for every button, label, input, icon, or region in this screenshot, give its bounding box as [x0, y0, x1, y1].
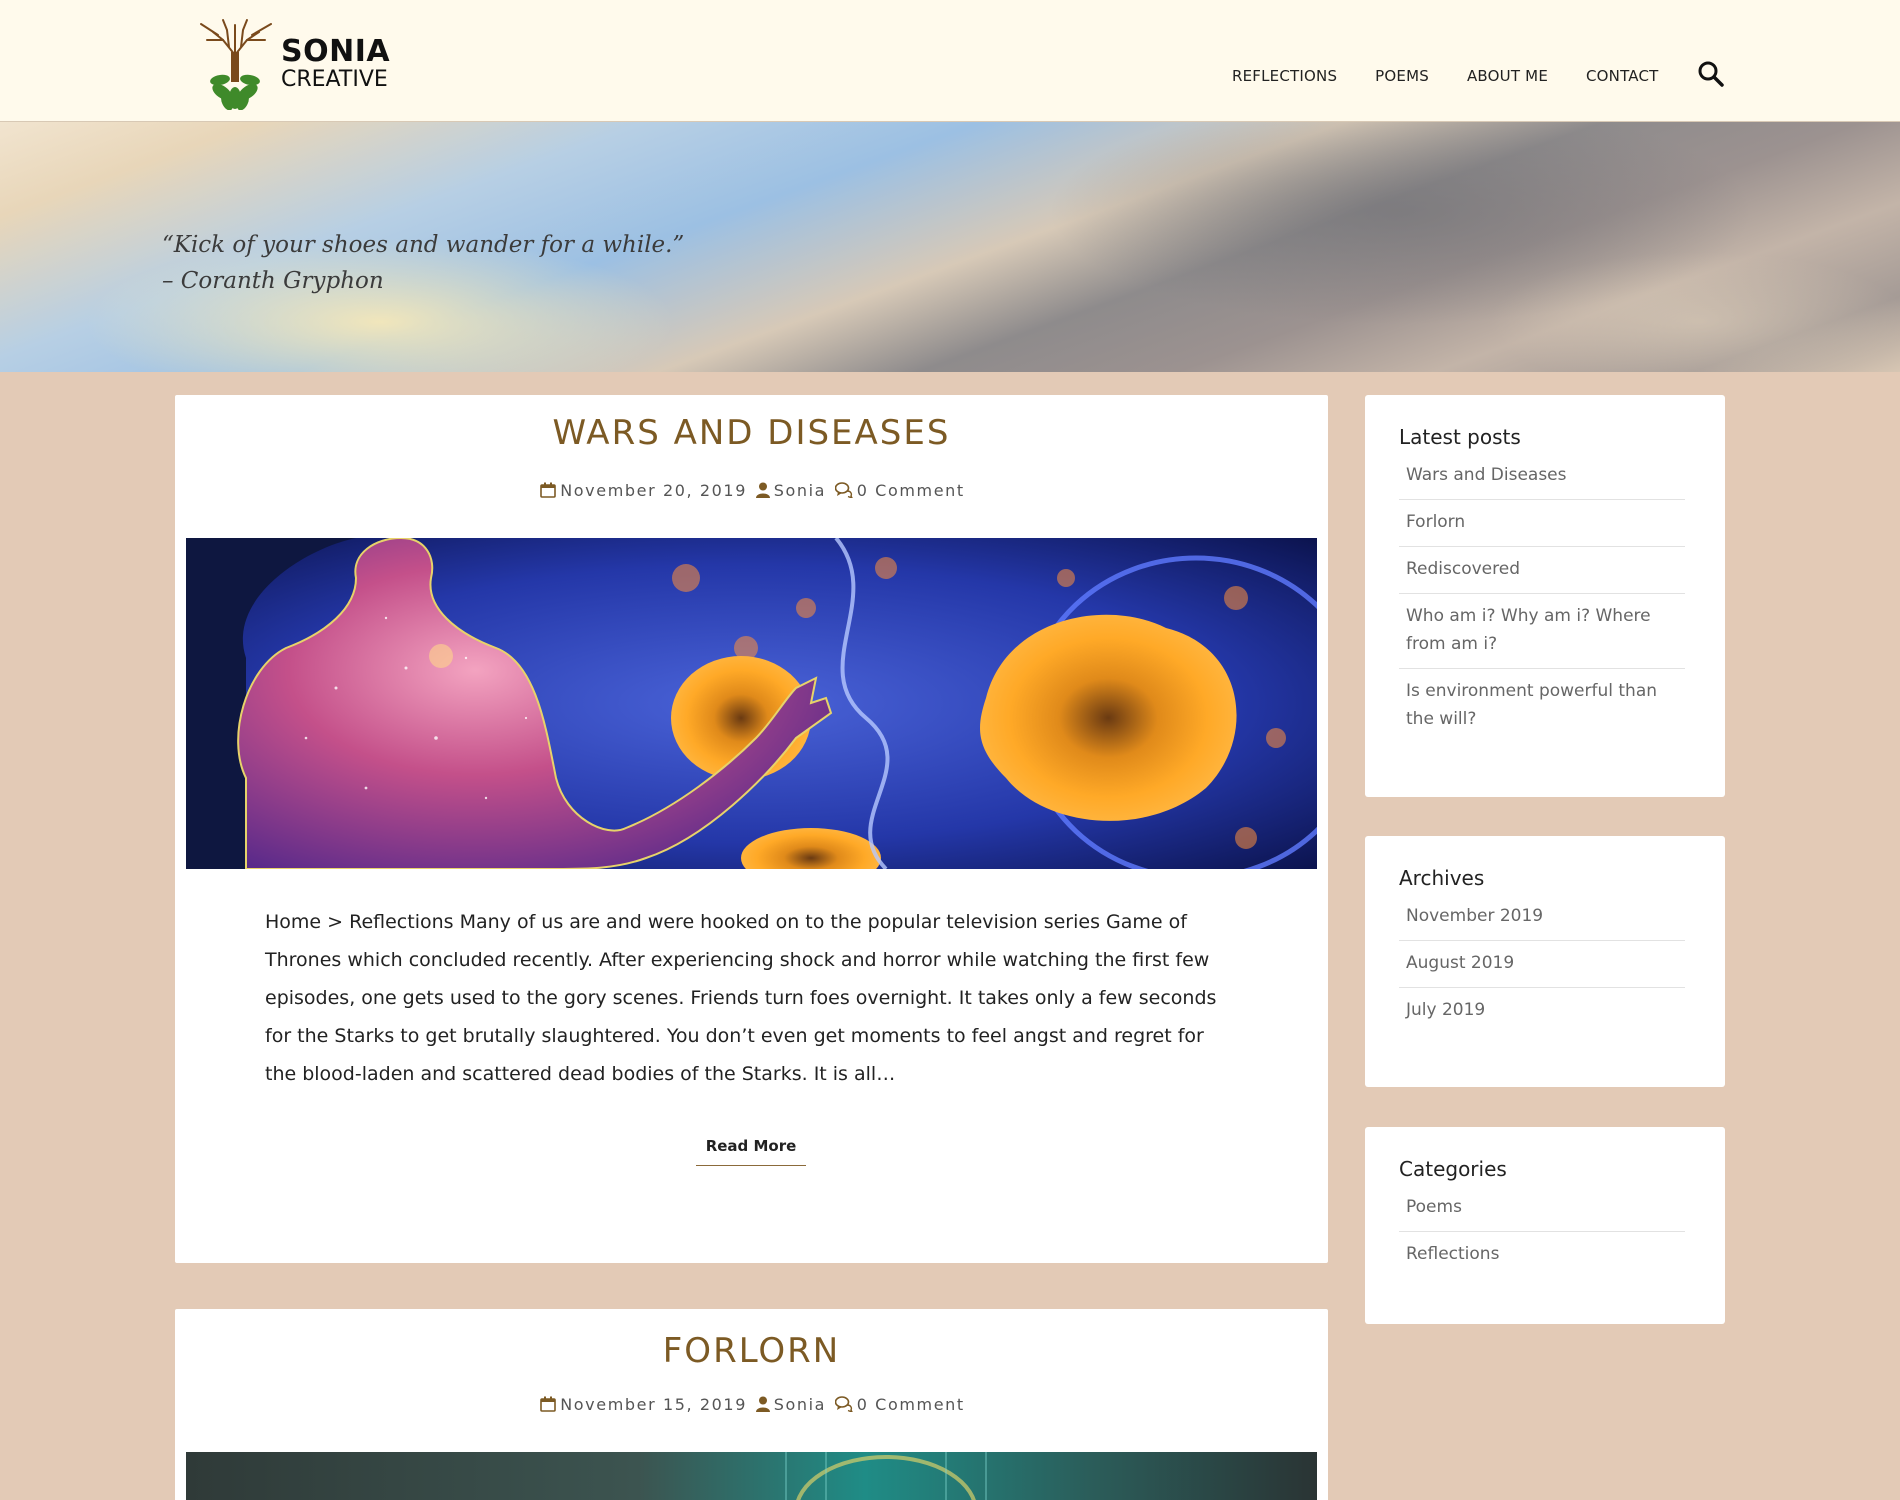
quote-author: – Coranth Gryphon — [162, 268, 384, 294]
comments-icon — [834, 1396, 854, 1416]
nav-contact[interactable]: CONTACT — [1586, 67, 1659, 85]
latest-post-link[interactable]: Who am i? Why am i? Where from am i? — [1399, 594, 1685, 669]
user-icon — [755, 1396, 770, 1416]
category-link[interactable]: Poems — [1399, 1185, 1685, 1232]
latest-post-link[interactable]: Is environment powerful than the will? — [1399, 669, 1685, 743]
site-logo[interactable]: SONIA CREATIVE — [193, 10, 390, 110]
category-link[interactable]: Reflections — [1399, 1232, 1685, 1278]
read-more-button[interactable]: Read More — [696, 1137, 806, 1166]
post-card: FORLORN November 15, 2019 Sonia 0 Commen… — [175, 1309, 1328, 1500]
logo-subtitle: CREATIVE — [281, 67, 388, 92]
search-icon[interactable] — [1697, 60, 1725, 88]
calendar-icon — [540, 1396, 557, 1416]
site-header: SONIA CREATIVE REFLECTIONS POEMS ABOUT M… — [0, 0, 1900, 122]
nav-about-me[interactable]: ABOUT ME — [1467, 67, 1548, 85]
hero-banner: “Kick of your shoes and wander for a whi… — [0, 122, 1900, 372]
widget-title: Archives — [1399, 866, 1485, 890]
post-featured-image[interactable] — [186, 1452, 1317, 1500]
main-nav: REFLECTIONS POEMS ABOUT ME CONTACT — [1232, 60, 1725, 90]
post-title[interactable]: FORLORN — [175, 1331, 1328, 1371]
widget-title: Categories — [1399, 1157, 1507, 1181]
banner-quote: “Kick of your shoes and wander for a whi… — [162, 227, 684, 299]
post-author[interactable]: Sonia — [774, 481, 826, 500]
calendar-icon — [540, 482, 557, 502]
post-author[interactable]: Sonia — [774, 1395, 826, 1414]
user-icon — [755, 482, 770, 502]
archive-link[interactable]: July 2019 — [1399, 988, 1685, 1034]
latest-post-link[interactable]: Forlorn — [1399, 500, 1685, 547]
logo-title: SONIA — [281, 34, 391, 69]
quote-text: “Kick of your shoes and wander for a whi… — [162, 232, 685, 258]
post-date[interactable]: November 20, 2019 — [560, 481, 747, 500]
widget-title: Latest posts — [1399, 425, 1521, 449]
post-title[interactable]: WARS AND DISEASES — [175, 413, 1328, 453]
archives-widget: Archives November 2019 August 2019 July … — [1365, 836, 1725, 1087]
comments-icon — [834, 482, 854, 502]
nav-reflections[interactable]: REFLECTIONS — [1232, 67, 1337, 85]
nav-poems[interactable]: POEMS — [1375, 67, 1429, 85]
latest-post-link[interactable]: Rediscovered — [1399, 547, 1685, 594]
post-comments[interactable]: 0 Comment — [857, 481, 965, 500]
post-card: WARS AND DISEASES November 20, 2019 Soni… — [175, 395, 1328, 1263]
latest-post-link[interactable]: Wars and Diseases — [1399, 453, 1685, 500]
post-date[interactable]: November 15, 2019 — [560, 1395, 747, 1414]
categories-widget: Categories Poems Reflections — [1365, 1127, 1725, 1324]
post-featured-image[interactable] — [186, 538, 1317, 869]
post-comments[interactable]: 0 Comment — [857, 1395, 965, 1414]
post-meta: November 20, 2019 Sonia 0 Comment — [175, 481, 1328, 502]
post-meta: November 15, 2019 Sonia 0 Comment — [175, 1395, 1328, 1416]
archive-link[interactable]: November 2019 — [1399, 894, 1685, 941]
archive-link[interactable]: August 2019 — [1399, 941, 1685, 988]
latest-posts-widget: Latest posts Wars and Diseases Forlorn R… — [1365, 395, 1725, 797]
post-excerpt: Home > Reflections Many of us are and we… — [265, 911, 1217, 1085]
tree-logo-icon — [200, 19, 272, 110]
